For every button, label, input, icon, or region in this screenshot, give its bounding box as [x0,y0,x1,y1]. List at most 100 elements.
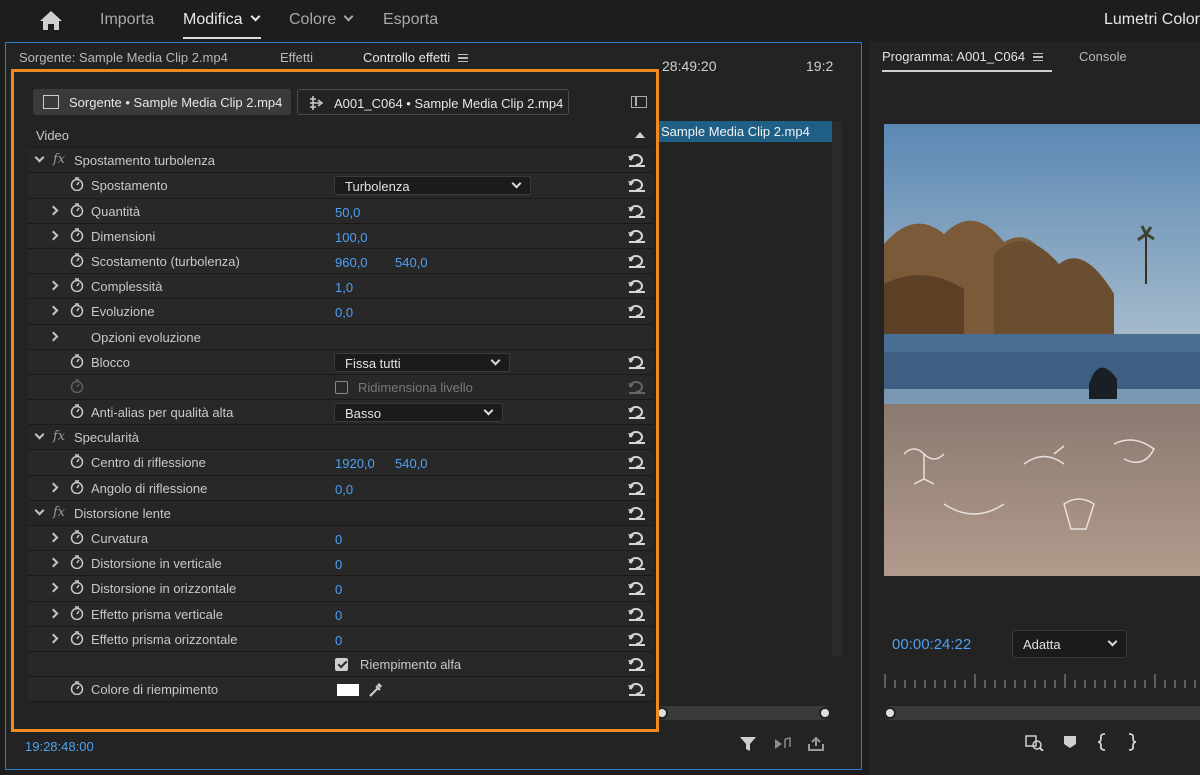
mark-in-icon[interactable] [1096,733,1108,751]
menu-importa[interactable]: Importa [100,11,154,29]
evolution-value[interactable]: 0,0 [335,305,353,320]
collapse-icon[interactable] [34,152,45,163]
amount-value[interactable]: 50,0 [335,205,360,220]
tab-program[interactable]: Programma: A001_C064 [882,49,1044,64]
antialias-dropdown[interactable]: Basso [334,403,503,423]
tab-effects[interactable]: Effetti [280,50,313,65]
angle-value[interactable]: 0,0 [335,482,353,497]
reset-icon[interactable] [627,178,647,193]
stopwatch-icon[interactable] [70,580,84,595]
reset-icon[interactable] [627,455,647,470]
stopwatch-icon[interactable] [70,404,84,419]
expand-icon[interactable] [48,482,59,493]
curvature-value[interactable]: 0 [335,532,342,547]
expand-icon[interactable] [48,608,59,619]
fill-alpha-checkbox[interactable] [335,657,348,671]
stopwatch-icon[interactable] [70,253,84,267]
reset-icon[interactable] [627,304,647,319]
timeline-clip[interactable]: Sample Media Clip 2.mp4 [656,121,832,142]
show-timeline-toggle-icon[interactable] [631,96,647,108]
tab-source[interactable]: Sorgente: Sample Media Clip 2.mp4 [19,50,228,65]
stopwatch-icon[interactable] [70,228,84,242]
add-marker-icon[interactable] [1062,734,1078,750]
panel-menu-icon[interactable] [1033,53,1044,61]
reset-icon[interactable] [627,506,647,520]
stopwatch-icon[interactable] [70,681,84,696]
expand-icon[interactable] [48,331,59,341]
reset-icon[interactable] [627,607,647,621]
vdecenter-value[interactable]: 0 [335,557,342,572]
effect-lens-distortion[interactable]: fx Distorsione lente [28,500,653,526]
expand-icon[interactable] [48,532,59,543]
eyedropper-icon[interactable] [367,680,385,698]
collapse-icon[interactable] [34,505,45,516]
center-x-value[interactable]: 1920,0 [335,456,375,471]
program-video-frame[interactable] [884,124,1200,576]
zoom-scrollbar[interactable] [656,706,831,720]
panel-menu-icon[interactable] [458,54,469,62]
stopwatch-icon[interactable] [70,278,84,293]
stopwatch-icon[interactable] [70,353,84,368]
reset-icon[interactable] [627,531,647,545]
reset-icon[interactable] [627,279,647,294]
tab-console[interactable]: Console [1079,49,1127,64]
stopwatch-icon[interactable] [70,530,84,544]
fx-icon[interactable]: fx [53,505,65,520]
expand-icon[interactable] [48,305,59,316]
play-audio-icon[interactable] [772,735,792,753]
playhead-scrubber[interactable] [884,706,1200,720]
stopwatch-icon[interactable] [70,454,84,469]
expand-icon[interactable] [48,205,59,216]
reset-icon[interactable] [627,204,647,218]
program-timecode[interactable]: 00:00:24:22 [892,636,971,653]
center-y-value[interactable]: 540,0 [395,456,428,471]
reset-icon[interactable] [627,254,647,268]
current-timecode[interactable]: 19:28:48:00 [25,739,94,754]
stopwatch-icon[interactable] [70,479,84,494]
menu-esporta[interactable]: Esporta [383,11,438,29]
effect-turbulent-displace[interactable]: fx Spostamento turbolenza [28,148,653,174]
hdecenter-value[interactable]: 0 [335,582,342,597]
stopwatch-icon[interactable] [70,631,84,645]
lift-extract-icon[interactable] [1024,733,1044,751]
fx-icon[interactable]: fx [53,152,65,167]
fill-color-swatch[interactable] [337,684,359,697]
effect-mirror[interactable]: fx Specularità [28,425,653,451]
reset-icon[interactable] [627,405,647,420]
offset-x-value[interactable]: 960,0 [335,255,368,270]
hprism-value[interactable]: 0 [335,633,342,648]
resize-layer-checkbox[interactable] [335,380,348,394]
vprism-value[interactable]: 0 [335,608,342,623]
mark-out-icon[interactable] [1126,733,1138,751]
tab-effect-controls[interactable]: Controllo effetti [363,50,469,65]
expand-icon[interactable] [48,230,59,241]
reset-icon[interactable] [627,430,647,445]
stopwatch-icon[interactable] [70,555,84,570]
time-ruler-ticks[interactable] [884,674,1200,688]
source-clip-button[interactable]: Sorgente • Sample Media Clip 2.mp4 [33,89,291,115]
stopwatch-icon[interactable] [70,605,84,620]
menu-colore[interactable]: Colore [289,11,354,29]
reset-icon[interactable] [627,355,647,369]
reset-icon[interactable] [627,682,647,697]
video-section-header[interactable]: Video [28,123,653,149]
reset-icon[interactable] [627,657,647,671]
sequence-clip-button[interactable]: A001_C064 • Sample Media Clip 2.mp4 [297,89,569,115]
workspace-lumetri-color[interactable]: Lumetri Color [1104,11,1200,29]
menu-modifica[interactable]: Modifica [183,11,261,29]
stopwatch-icon[interactable] [70,202,84,217]
offset-y-value[interactable]: 540,0 [395,255,428,270]
pinning-dropdown[interactable]: Fissa tutti [334,352,510,372]
fx-icon[interactable]: fx [53,429,65,444]
filter-icon[interactable] [738,735,758,753]
reset-icon[interactable] [627,153,647,168]
export-icon[interactable] [806,735,826,753]
vertical-scrollbar[interactable] [832,121,842,656]
reset-icon[interactable] [627,556,647,571]
expand-icon[interactable] [48,557,59,568]
home-icon[interactable] [38,8,64,32]
reset-icon[interactable] [627,229,647,243]
size-value[interactable]: 100,0 [335,230,368,245]
displacement-dropdown[interactable]: Turbolenza [334,176,531,196]
expand-icon[interactable] [48,582,59,593]
